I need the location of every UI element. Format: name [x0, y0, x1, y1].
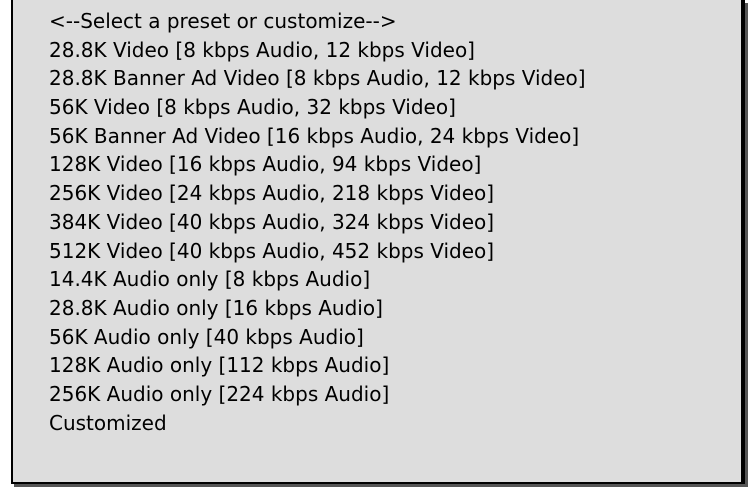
menu-item-128k-video[interactable]: 128K Video [16 kbps Audio, 94 kbps Video…	[13, 150, 741, 179]
menu-item-28k-banner-ad-video[interactable]: 28.8K Banner Ad Video [8 kbps Audio, 12 …	[13, 64, 741, 93]
menu-item-56k-banner-ad-video[interactable]: 56K Banner Ad Video [16 kbps Audio, 24 k…	[13, 122, 741, 151]
menu-item-56k-video[interactable]: 56K Video [8 kbps Audio, 32 kbps Video]	[13, 93, 741, 122]
menu-item-256k-audio-only[interactable]: 256K Audio only [224 kbps Audio]	[13, 380, 741, 409]
menu-item-14k-audio-only[interactable]: 14.4K Audio only [8 kbps Audio]	[13, 265, 741, 294]
preset-dropdown-menu: <--Select a preset or customize--> 28.8K…	[11, 0, 745, 484]
menu-item-28k-video[interactable]: 28.8K Video [8 kbps Audio, 12 kbps Video…	[13, 36, 741, 65]
menu-item-128k-audio-only[interactable]: 128K Audio only [112 kbps Audio]	[13, 351, 741, 380]
menu-item-select-prompt[interactable]: <--Select a preset or customize-->	[13, 7, 741, 36]
menu-item-customized[interactable]: Customized	[13, 409, 741, 438]
menu-item-256k-video[interactable]: 256K Video [24 kbps Audio, 218 kbps Vide…	[13, 179, 741, 208]
menu-item-28k-audio-only[interactable]: 28.8K Audio only [16 kbps Audio]	[13, 294, 741, 323]
menu-item-384k-video[interactable]: 384K Video [40 kbps Audio, 324 kbps Vide…	[13, 208, 741, 237]
menu-item-512k-video[interactable]: 512K Video [40 kbps Audio, 452 kbps Vide…	[13, 237, 741, 266]
menu-item-56k-audio-only[interactable]: 56K Audio only [40 kbps Audio]	[13, 323, 741, 352]
